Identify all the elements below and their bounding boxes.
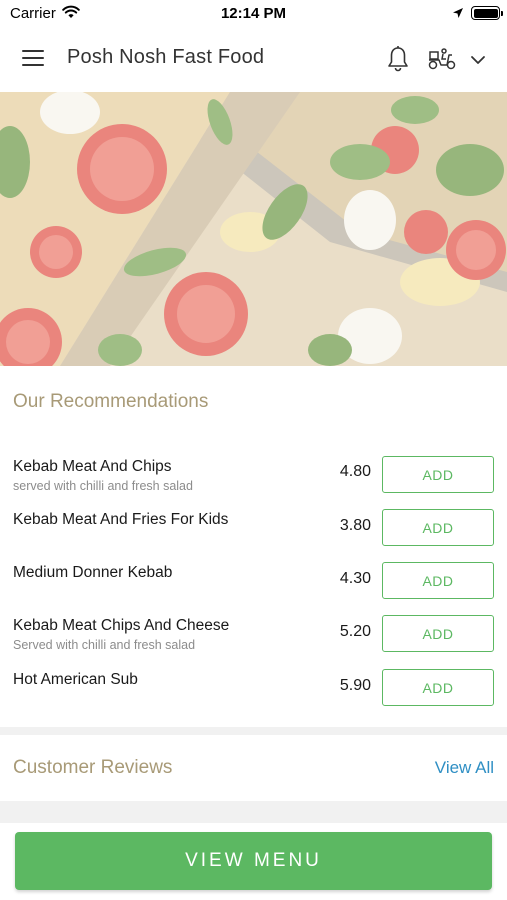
add-button[interactable]: ADD: [382, 456, 494, 493]
menu-item-row: Kebab Meat And Fries For Kids 3.80 ADD: [0, 509, 507, 564]
hero-pizza-image: [0, 92, 507, 366]
battery-icon: [471, 6, 503, 20]
clock: 12:14 PM: [220, 5, 287, 22]
menu-item-name: Kebab Meat Chips And Cheese: [13, 617, 230, 634]
status-bar: Carrier 12:14 PM: [0, 0, 507, 28]
recommendations-title: Our Recommendations: [13, 391, 209, 412]
chevron-down-icon[interactable]: [470, 52, 486, 70]
menu-item-price: 4.30: [339, 570, 371, 587]
menu-item-row: Hot American Sub 5.90 ADD: [0, 669, 507, 724]
menu-item-description: Served with chilli and fresh salad: [13, 638, 196, 652]
menu-item-price: 3.80: [339, 517, 371, 534]
menu-item-name: Medium Donner Kebab: [13, 564, 173, 581]
menu-item-price: 5.90: [339, 677, 371, 694]
menu-item-name: Kebab Meat And Chips: [13, 458, 172, 475]
view-menu-button[interactable]: VIEW MENU: [15, 832, 492, 890]
add-button[interactable]: ADD: [382, 509, 494, 546]
scooter-icon[interactable]: [427, 47, 457, 76]
location-arrow-icon: [452, 6, 464, 24]
view-all-link[interactable]: View All: [435, 758, 494, 778]
reviews-title: Customer Reviews: [13, 757, 173, 778]
add-button[interactable]: ADD: [382, 615, 494, 652]
menu-item-price: 5.20: [339, 623, 371, 640]
bell-icon[interactable]: [386, 45, 410, 78]
recommendations-section: Our Recommendations Kebab Meat And Chips…: [0, 366, 507, 727]
page-title: Posh Nosh Fast Food: [67, 46, 265, 68]
reviews-section: Customer Reviews View All: [0, 735, 507, 801]
add-button[interactable]: ADD: [382, 562, 494, 599]
menu-item-price: 4.80: [339, 463, 371, 480]
section-divider: [0, 727, 507, 735]
menu-item-description: served with chilli and fresh salad: [13, 479, 193, 493]
menu-item-name: Hot American Sub: [13, 671, 138, 688]
menu-item-row: Medium Donner Kebab 4.30 ADD: [0, 562, 507, 617]
app-header: Posh Nosh Fast Food: [0, 28, 507, 92]
menu-item-row: Kebab Meat Chips And Cheese Served with …: [0, 615, 507, 670]
add-button[interactable]: ADD: [382, 669, 494, 706]
menu-icon[interactable]: [22, 50, 46, 70]
menu-item-name: Kebab Meat And Fries For Kids: [13, 511, 229, 528]
menu-item-row: Kebab Meat And Chips served with chilli …: [0, 456, 507, 511]
